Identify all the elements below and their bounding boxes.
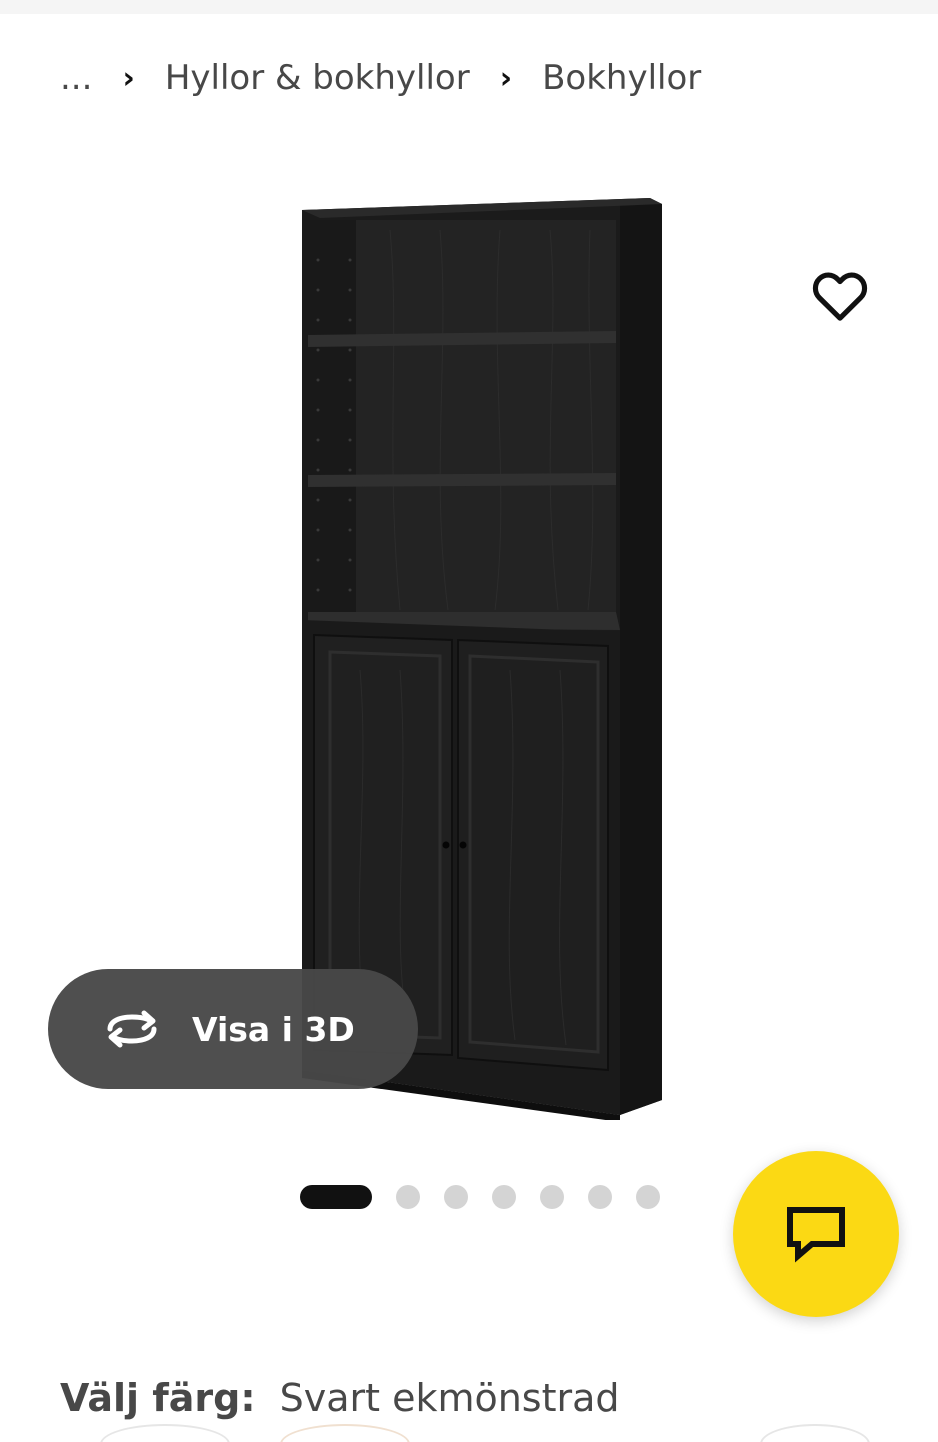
carousel-dot-1[interactable] — [300, 1185, 372, 1209]
heart-outline-icon — [812, 272, 868, 321]
carousel-dot-3[interactable] — [444, 1185, 468, 1209]
view-in-3d-button[interactable]: Visa i 3D — [48, 969, 418, 1089]
rotate-3d-icon — [107, 1010, 157, 1048]
color-selector: Välj färg: Svart ekmönstrad — [60, 1368, 620, 1428]
view-in-3d-label: Visa i 3D — [192, 1009, 355, 1049]
chevron-right-icon: › — [499, 60, 513, 96]
breadcrumb-item-bookcases[interactable]: Bokhyllor — [542, 58, 701, 98]
color-value: Svart ekmönstrad — [279, 1376, 620, 1420]
chevron-right-icon: › — [122, 60, 135, 96]
color-label: Välj färg: — [60, 1376, 256, 1420]
favorite-button[interactable] — [806, 262, 874, 330]
chat-button[interactable] — [733, 1151, 899, 1317]
carousel-indicator — [300, 1184, 660, 1210]
breadcrumb: ... › Hyllor & bokhyllor › Bokhyllor — [60, 50, 701, 106]
breadcrumb-item-shelves[interactable]: Hyllor & bokhyllor — [165, 58, 470, 98]
breadcrumb-ellipsis[interactable]: ... — [60, 58, 92, 98]
top-strip — [0, 0, 938, 14]
carousel-dot-6[interactable] — [588, 1185, 612, 1209]
chat-bubble-icon — [787, 1207, 845, 1263]
carousel-dot-7[interactable] — [636, 1185, 660, 1209]
carousel-dot-5[interactable] — [540, 1185, 564, 1209]
color-swatch[interactable] — [760, 1424, 870, 1442]
carousel-dot-2[interactable] — [396, 1185, 420, 1209]
carousel-dot-4[interactable] — [492, 1185, 516, 1209]
